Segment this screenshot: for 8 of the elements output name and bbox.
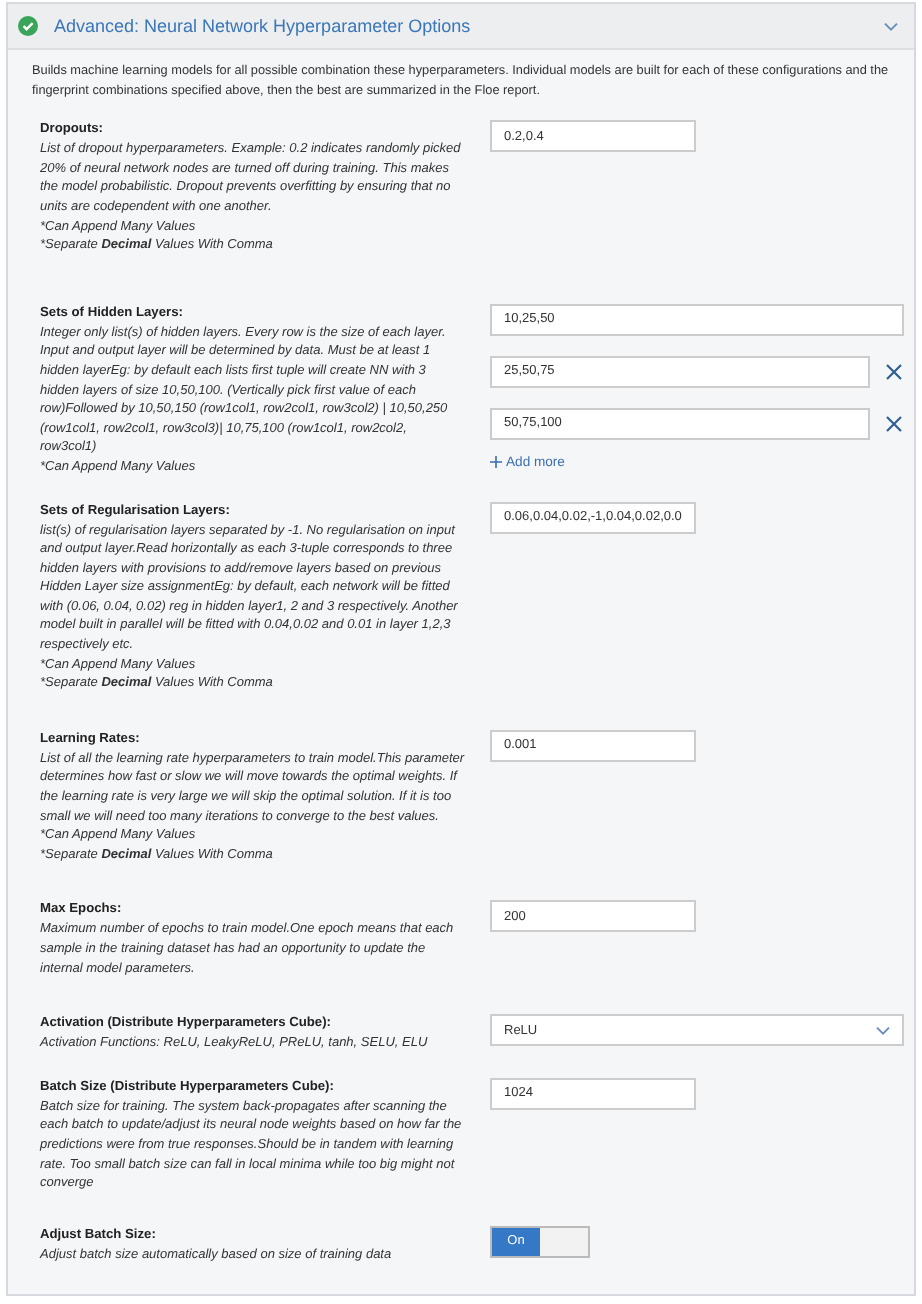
chevron-icon: [884, 21, 898, 31]
plus-icon: [490, 456, 502, 469]
panel-title: Advanced: Neural Network Hyperparameter Options: [54, 16, 473, 36]
chevron-down-icon: [876, 1025, 890, 1036]
close-icon[interactable]: [884, 413, 904, 434]
close-icon[interactable]: [884, 361, 904, 382]
check-circle-icon: [18, 16, 38, 36]
panel-header[interactable]: Advanced: Neural Network Hyperparameter Options: [8, 4, 914, 50]
